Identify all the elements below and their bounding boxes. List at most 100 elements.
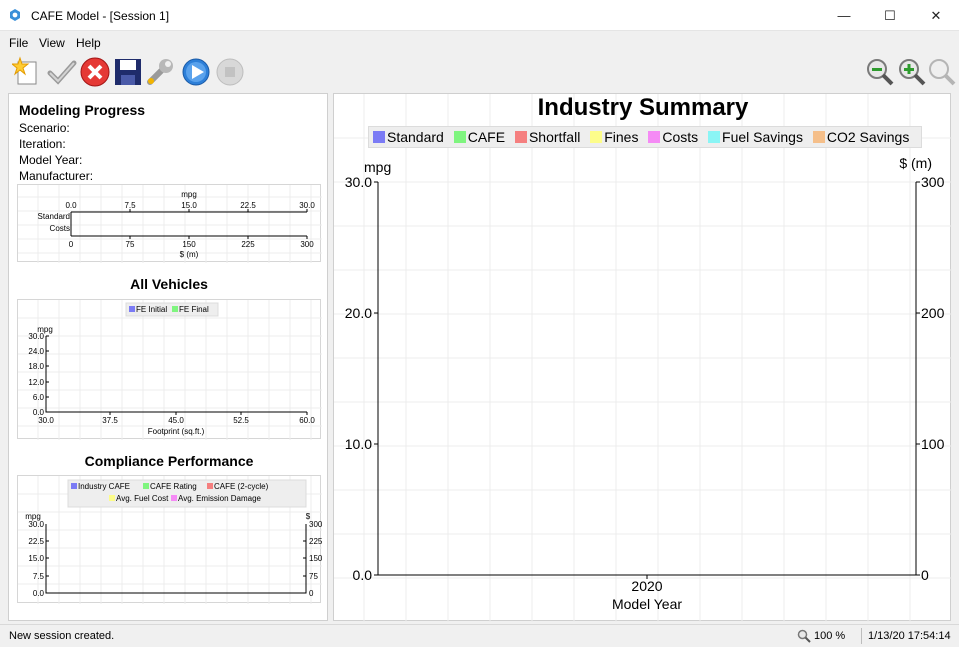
progress-bottom-tick: 0 [69,240,74,249]
compliance-y-left-tick: 22.5 [28,537,44,546]
progress-bottom-tick: 75 [126,240,135,249]
progress-top-unit: mpg [181,190,197,199]
all-vehicles-y-tick: 12.0 [28,378,44,387]
industry-x-tick: 2020 [631,578,662,594]
status-bar: New session created. 100 % 1/13/20 17:54… [0,624,959,647]
industry-y-left-unit: mpg [364,159,391,175]
progress-row-label: Costs [50,224,70,233]
window-title: CAFE Model - [Session 1] [31,9,170,23]
menu-help[interactable]: Help [76,36,101,50]
compliance-y-right-tick: 225 [309,537,322,546]
industry-axis-lines [374,181,920,579]
compliance-y-left-tick: 30.0 [28,520,44,529]
all-vehicles-y-tick: 6.0 [33,393,45,402]
progress-bottom-tick: 150 [182,240,196,249]
compliance-y-right-tick: 150 [309,554,322,563]
industry-summary-axes: mpg $ (m) 30.0 20.0 10.0 0.0 300 200 100… [345,155,945,612]
legend-label-cafe-rating: CAFE Rating [150,482,197,491]
industry-y-right-tick: 200 [921,305,945,321]
scenario-label: Scenario: [19,121,70,135]
all-vehicles-axes [45,335,308,415]
all-vehicles-chart: FE Initial FE Final mpg 30.0 24.0 18.0 1… [17,299,322,440]
legend-label-fe-final: FE Final [179,305,209,314]
progress-bottom-tick: 300 [300,240,314,249]
industry-y-right-tick: 300 [921,174,945,190]
status-separator [861,628,862,644]
legend-swatch-avg-emission-damage [171,495,177,501]
legend-label-cafe-2cycle: CAFE (2-cycle) [214,482,269,491]
progress-axes [70,209,308,239]
industry-y-right-tick: 0 [921,567,929,583]
all-vehicles-x-tick: 52.5 [233,416,249,425]
legend-label-fe-initial: FE Initial [136,305,167,314]
app-icon [10,9,20,21]
manufacturer-label: Manufacturer: [19,169,94,183]
legend-swatch-fe-initial [129,306,135,312]
menu-view[interactable]: View [39,36,65,50]
menu-bar: File View Help [0,33,959,53]
compliance-y-right-tick: 75 [309,572,318,581]
compliance-performance-title: Compliance Performance [84,453,254,469]
iteration-label: Iteration: [19,137,66,151]
progress-top-tick: 30.0 [299,201,315,210]
legend-swatch-fe-final [172,306,178,312]
settings-wrench-icon[interactable] [144,56,176,88]
status-datetime: 1/13/20 17:54:14 [868,630,951,642]
compliance-y-left-tick: 7.5 [33,572,45,581]
industry-y-right-unit: $ (m) [899,155,932,171]
compliance-y-right-tick: 300 [309,520,322,529]
legend-label-industry-cafe: Industry CAFE [78,482,130,491]
all-vehicles-x-tick: 60.0 [299,416,315,425]
all-vehicles-title: All Vehicles [130,276,208,292]
legend-swatch-industry-cafe [71,483,77,489]
zoom-magnifier-icon [797,629,811,643]
zoom-reset-icon[interactable] [926,56,958,88]
compliance-performance-chart: Industry CAFE CAFE Rating CAFE (2-cycle)… [17,475,323,604]
stop-icon[interactable] [79,56,111,88]
compliance-axes [45,524,307,594]
check-icon[interactable] [46,56,78,88]
progress-bottom-unit: $ (m) [180,250,199,259]
industry-y-left-tick: 20.0 [345,305,372,321]
industry-summary-panel: Industry Summary Standard CAFE Shortfall… [333,93,952,622]
new-session-icon[interactable] [12,56,44,88]
all-vehicles-x-tick: 37.5 [102,416,118,425]
progress-row-label: Standard [38,212,70,221]
zoom-level: 100 % [814,630,846,642]
toolbar [0,53,959,91]
industry-y-right-tick: 100 [921,436,945,452]
stop-model-icon[interactable] [214,56,246,88]
minimize-button[interactable]: — [821,0,867,31]
all-vehicles-y-tick: 30.0 [28,332,44,341]
progress-top-tick: 7.5 [124,201,136,210]
close-button[interactable]: ✕ [913,0,959,31]
progress-top-tick: 22.5 [240,201,256,210]
compliance-y-left-tick: 0.0 [33,589,45,598]
compliance-y-right-tick: 0 [309,589,314,598]
save-icon[interactable] [112,56,144,88]
modeling-progress-chart: mpg 0.0 7.5 15.0 22.5 30.0 Standard Cost… [17,184,322,263]
legend-swatch-cafe-2cycle [207,483,213,489]
industry-y-left-tick: 0.0 [353,567,373,583]
all-vehicles-y-tick: 24.0 [28,347,44,356]
maximize-button[interactable]: ☐ [867,0,913,31]
model-year-label: Model Year: [19,153,83,167]
industry-x-label: Model Year [612,596,682,612]
all-vehicles-x-tick: 45.0 [168,416,184,425]
zoom-in-icon[interactable] [896,56,928,88]
zoom-out-icon[interactable] [864,56,896,88]
progress-top-tick: 0.0 [65,201,77,210]
progress-bottom-tick: 225 [241,240,255,249]
run-icon[interactable] [180,56,212,88]
menu-file[interactable]: File [9,36,28,50]
legend-label-avg-emission-damage: Avg. Emission Damage [178,494,262,503]
progress-top-tick: 15.0 [181,201,197,210]
all-vehicles-x-label: Footprint (sq.ft.) [148,427,205,436]
legend-label-avg-fuel-cost: Avg. Fuel Cost [116,494,169,503]
legend-swatch-avg-fuel-cost [109,495,115,501]
title-bar: CAFE Model - [Session 1] — ☐ ✕ [0,0,959,31]
modeling-progress-title: Modeling Progress [19,102,146,118]
status-message: New session created. [9,630,115,642]
all-vehicles-y-tick: 18.0 [28,362,44,371]
industry-y-left-tick: 10.0 [345,436,372,452]
